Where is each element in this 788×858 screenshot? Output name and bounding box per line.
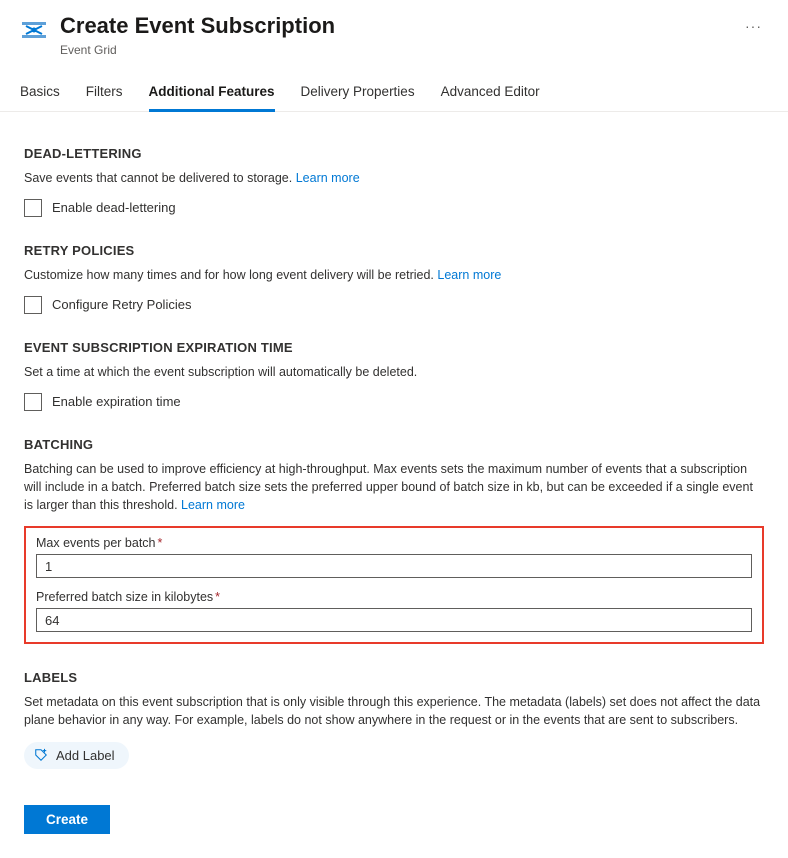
configure-retry-policies-checkbox[interactable] bbox=[24, 296, 42, 314]
retry-policies-section: RETRY POLICIES Customize how many times … bbox=[24, 243, 764, 314]
batching-title: BATCHING bbox=[24, 437, 764, 452]
expiration-section: EVENT SUBSCRIPTION EXPIRATION TIME Set a… bbox=[24, 340, 764, 411]
tab-additional-features[interactable]: Additional Features bbox=[149, 74, 275, 112]
tab-bar: Basics Filters Additional Features Deliv… bbox=[0, 73, 788, 112]
dead-lettering-desc: Save events that cannot be delivered to … bbox=[24, 169, 764, 187]
batching-desc: Batching can be used to improve efficien… bbox=[24, 460, 764, 514]
enable-dead-lettering-checkbox[interactable] bbox=[24, 199, 42, 217]
tab-advanced-editor[interactable]: Advanced Editor bbox=[441, 74, 540, 112]
preferred-size-input[interactable] bbox=[36, 608, 752, 632]
max-events-input[interactable] bbox=[36, 554, 752, 578]
add-label-text: Add Label bbox=[56, 748, 115, 763]
retry-policies-title: RETRY POLICIES bbox=[24, 243, 764, 258]
create-button[interactable]: Create bbox=[24, 805, 110, 834]
batching-learn-more-link[interactable]: Learn more bbox=[181, 498, 245, 512]
dead-lettering-section: DEAD-LETTERING Save events that cannot b… bbox=[24, 146, 764, 217]
page-title: Create Event Subscription bbox=[60, 12, 707, 41]
required-indicator: * bbox=[158, 536, 163, 550]
batching-highlight-box: Max events per batch* Preferred batch si… bbox=[24, 526, 764, 644]
batching-section: BATCHING Batching can be used to improve… bbox=[24, 437, 764, 644]
enable-dead-lettering-label: Enable dead-lettering bbox=[52, 200, 176, 215]
event-grid-icon bbox=[20, 16, 48, 44]
dead-lettering-learn-more-link[interactable]: Learn more bbox=[296, 171, 360, 185]
dead-lettering-title: DEAD-LETTERING bbox=[24, 146, 764, 161]
enable-expiration-label: Enable expiration time bbox=[52, 394, 181, 409]
enable-expiration-checkbox[interactable] bbox=[24, 393, 42, 411]
tab-filters[interactable]: Filters bbox=[86, 74, 123, 112]
tab-basics[interactable]: Basics bbox=[20, 74, 60, 112]
tag-plus-icon bbox=[34, 748, 48, 762]
retry-policies-desc: Customize how many times and for how lon… bbox=[24, 266, 764, 284]
labels-desc: Set metadata on this event subscription … bbox=[24, 693, 764, 729]
retry-learn-more-link[interactable]: Learn more bbox=[437, 268, 501, 282]
add-label-button[interactable]: Add Label bbox=[24, 742, 129, 769]
required-indicator: * bbox=[215, 590, 220, 604]
configure-retry-policies-label: Configure Retry Policies bbox=[52, 297, 191, 312]
expiration-title: EVENT SUBSCRIPTION EXPIRATION TIME bbox=[24, 340, 764, 355]
labels-title: LABELS bbox=[24, 670, 764, 685]
labels-section: LABELS Set metadata on this event subscr… bbox=[24, 670, 764, 768]
more-icon[interactable]: ··· bbox=[739, 12, 768, 40]
max-events-label: Max events per batch* bbox=[36, 536, 752, 550]
expiration-desc: Set a time at which the event subscripti… bbox=[24, 363, 764, 381]
preferred-size-label: Preferred batch size in kilobytes* bbox=[36, 590, 752, 604]
page-subtitle: Event Grid bbox=[60, 43, 707, 57]
tab-delivery-properties[interactable]: Delivery Properties bbox=[301, 74, 415, 112]
